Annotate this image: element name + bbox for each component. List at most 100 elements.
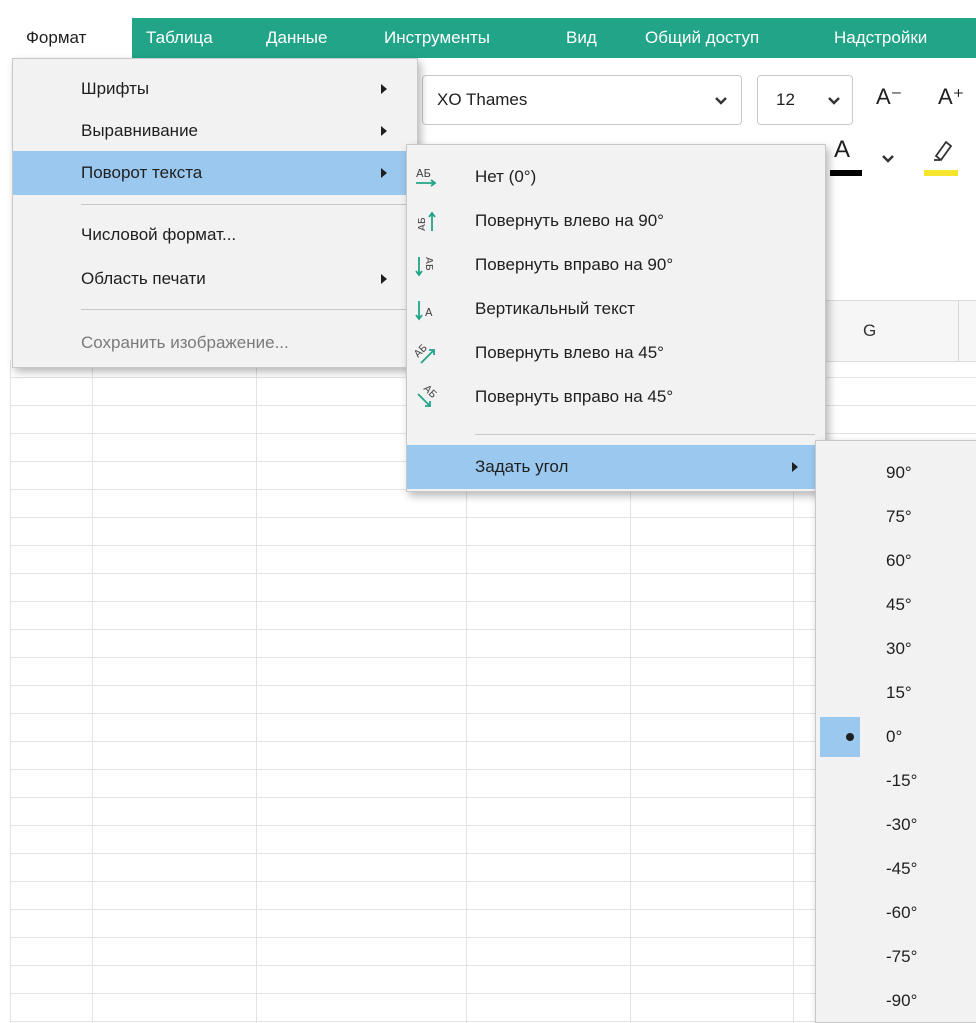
angle-option-label: -45° [886,859,918,878]
menu-item-label: Повернуть влево на 45° [475,343,664,362]
angle-option[interactable]: 60° [816,539,976,583]
angle-option[interactable]: 75° [816,495,976,539]
angle-option[interactable]: -45° [816,847,976,891]
submenu-arrow-icon [381,84,387,94]
menu-item-label: Вертикальный текст [475,299,635,318]
menu-item-fonts[interactable]: Шрифты [13,67,417,111]
menu-format[interactable]: Формат [14,18,132,58]
menu-separator [81,309,407,310]
highlight-color-swatch [924,170,958,176]
angle-option-label: 90° [886,463,912,482]
submenu-arrow-icon [381,126,387,136]
rotate-left-45-icon: АБ [412,340,439,366]
angle-option-label: -60° [886,903,918,922]
format-menu: Шрифты Выравнивание Поворот текста Число… [12,58,418,368]
angle-option[interactable]: 45° [816,583,976,627]
menu-item-label: Числовой формат... [81,225,237,244]
menu-item-label: Выравнивание [81,121,199,140]
menu-item-label: Шрифты [81,79,150,98]
menu-item-set-angle[interactable]: Задать угол [407,445,825,489]
angle-option-label: 60° [886,551,912,570]
menu-item-label: Задать угол [475,457,569,476]
angle-option[interactable]: -60° [816,891,976,935]
increase-font-button[interactable]: A⁺ [938,84,964,110]
angle-option-label: -15° [886,771,918,790]
submenu-arrow-icon [381,274,387,284]
menu-item-label: Повернуть влево на 90° [475,211,664,230]
menu-separator [475,434,815,435]
menu-separator [81,204,407,205]
menu-item-save-image: Сохранить изображение... [13,321,417,365]
font-name-select[interactable]: XO Thames [422,75,742,125]
angle-option[interactable]: -15° [816,759,976,803]
angle-option-selected[interactable]: 0° [816,715,976,759]
angle-option-label: -75° [886,947,918,966]
angle-option[interactable]: -90° [816,979,976,1023]
menu-item-label: Повернуть вправо на 90° [475,255,674,274]
angle-option-label: 75° [886,507,912,526]
rotate-right-90-icon: АБ [413,252,439,278]
vertical-text-icon: A [413,296,439,322]
highlight-color-button[interactable] [922,130,962,182]
rotate-right-45-icon: АБ [413,383,439,410]
angle-option-label: -90° [886,991,918,1010]
svg-text:АБ: АБ [416,167,431,180]
menu-sharing[interactable]: Общий доступ [645,18,759,58]
menu-data[interactable]: Данные [266,18,327,58]
menu-table[interactable]: Таблица [146,18,213,58]
font-color-button[interactable]: A [828,130,864,182]
menu-item-number-format[interactable]: Числовой формат... [13,213,417,257]
grid-col-line [256,360,257,1023]
angle-option-label: 15° [886,683,912,702]
angle-option[interactable]: 30° [816,627,976,671]
svg-text:АБ: АБ [423,257,434,271]
menu-item-rotate-left-90[interactable]: АБ Повернуть влево на 90° [407,199,825,243]
chevron-down-icon [715,97,727,105]
menu-bar: Формат Таблица Данные Инструменты Вид Об… [0,0,976,58]
chevron-down-icon [828,97,840,105]
menu-item-label: Нет (0°) [475,167,537,186]
menu-item-vertical-text[interactable]: A Вертикальный текст [407,287,825,331]
highlighter-icon [934,140,953,162]
font-size-value: 12 [776,90,795,109]
selected-indicator [820,717,860,757]
chevron-down-icon[interactable] [880,150,896,166]
font-color-swatch [830,170,862,176]
submenu-arrow-icon [381,168,387,178]
menu-item-text-rotation[interactable]: Поворот текста [13,151,417,195]
submenu-arrow-icon [792,462,798,472]
font-name-value: XO Thames [437,90,528,109]
radio-bullet-icon [846,733,854,741]
angle-option[interactable]: 90° [816,451,976,495]
menu-tools[interactable]: Инструменты [384,18,490,58]
menu-item-label: Поворот текста [81,163,203,182]
menu-item-no-rotation[interactable]: АБ Нет (0°) [407,155,825,199]
menu-item-rotate-left-45[interactable]: АБ Повернуть влево на 45° [407,331,825,375]
grid-col-line [92,360,93,1023]
angle-option[interactable]: 15° [816,671,976,715]
menu-view[interactable]: Вид [566,18,597,58]
angle-option[interactable]: -30° [816,803,976,847]
angle-option[interactable]: -75° [816,935,976,979]
grid-col-line [10,360,11,1023]
menu-item-alignment[interactable]: Выравнивание [13,109,417,153]
angle-option-label: -30° [886,815,918,834]
font-color-letter: A [834,136,851,163]
menu-addons[interactable]: Надстройки [834,18,927,58]
menu-item-label: Сохранить изображение... [81,333,289,352]
svg-text:A: A [425,306,433,319]
decrease-font-button[interactable]: A⁻ [876,84,902,110]
menu-item-label: Область печати [81,269,206,288]
menu-item-label: Повернуть вправо на 45° [475,387,674,406]
menu-item-rotate-right-90[interactable]: АБ Повернуть вправо на 90° [407,243,825,287]
angle-option-label: 30° [886,639,912,658]
angle-submenu: 90° 75° 60° 45° 30° 15° 0° -15° -30° -45… [815,440,976,1023]
font-size-select[interactable]: 12 [757,75,853,125]
angle-option-label: 45° [886,595,912,614]
menu-item-rotate-right-45[interactable]: АБ Повернуть вправо на 45° [407,375,825,419]
rotate-left-90-icon: АБ [413,208,439,234]
text-no-rotation-icon: АБ [413,164,439,190]
svg-text:АБ: АБ [417,217,428,231]
text-rotation-submenu: АБ Нет (0°) АБ Повернуть влево на 90° АБ… [406,144,826,492]
menu-item-print-area[interactable]: Область печати [13,257,417,301]
